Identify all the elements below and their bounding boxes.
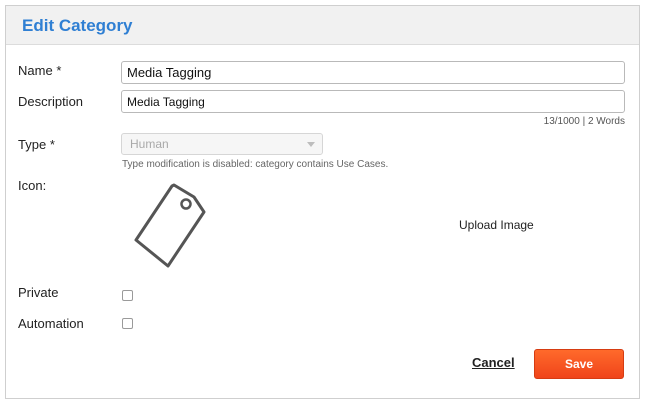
name-input[interactable] <box>121 61 625 84</box>
description-counter: 13/1000 | 2 Words <box>543 116 625 127</box>
type-required-mark: * <box>49 137 55 152</box>
type-label: Type * <box>18 137 55 152</box>
type-hint: Type modification is disabled: category … <box>122 159 389 170</box>
dialog-header: Edit Category <box>6 6 639 45</box>
name-required-mark: * <box>56 63 62 78</box>
dialog-title: Edit Category <box>22 16 133 35</box>
description-label: Description <box>18 94 84 109</box>
save-button[interactable]: Save <box>534 349 624 379</box>
automation-checkbox[interactable] <box>122 318 133 329</box>
chevron-down-icon <box>307 142 315 147</box>
private-label: Private <box>18 285 59 300</box>
private-checkbox[interactable] <box>122 290 133 301</box>
tag-icon[interactable] <box>132 182 216 270</box>
name-label: Name * <box>18 63 61 78</box>
cancel-button[interactable]: Cancel <box>472 355 515 370</box>
icon-label: Icon: <box>18 178 47 193</box>
type-select-value: Human <box>130 137 169 151</box>
description-input[interactable] <box>121 90 625 113</box>
automation-label: Automation <box>18 316 84 331</box>
upload-image-link[interactable]: Upload Image <box>459 218 534 232</box>
type-label-text: Type <box>18 137 47 152</box>
edit-category-dialog: Edit Category Name * Description 13/1000… <box>5 5 640 399</box>
type-select: Human <box>121 133 323 155</box>
name-label-text: Name <box>18 63 53 78</box>
